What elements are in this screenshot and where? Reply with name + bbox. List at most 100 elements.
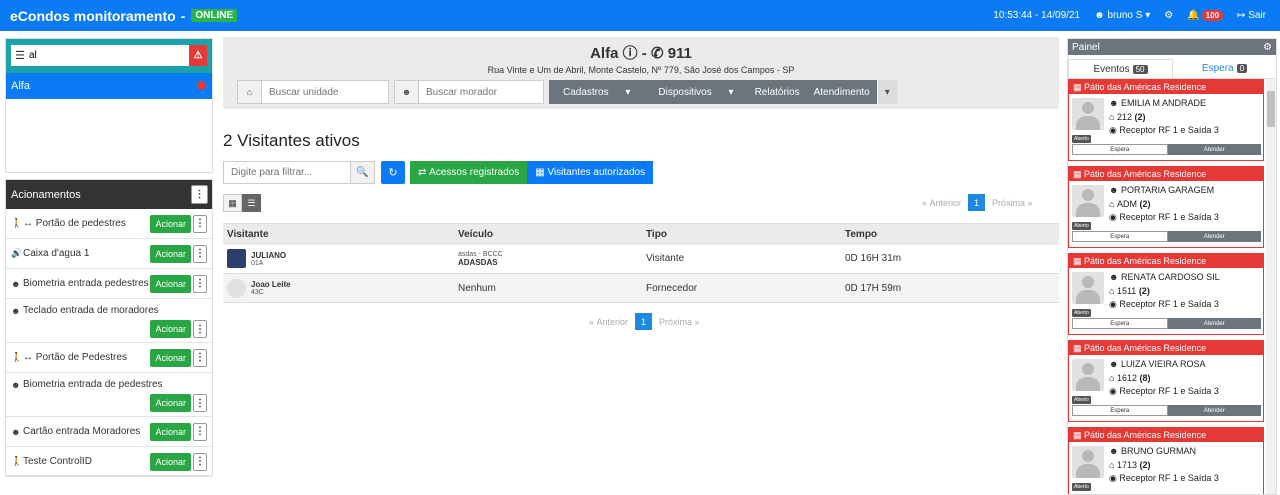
acionamento-item: 🚶 ↔ Portão de Pedestres Acionar ⋮	[6, 343, 212, 373]
acionar-button[interactable]: Acionar	[150, 214, 191, 233]
event-person: BRUNO GURMAN	[1120, 446, 1196, 456]
event-unit: ADM	[1116, 198, 1137, 209]
attend-button[interactable]: Atender	[1167, 318, 1261, 329]
notifications-count: 100	[1201, 10, 1224, 21]
acionar-button[interactable]: Acionar	[150, 348, 191, 367]
phone-icon: ✆	[650, 45, 664, 62]
status-badge: Aberto	[1072, 309, 1091, 317]
more-options-button[interactable]: ⋮	[191, 185, 208, 204]
menu-atendimento[interactable]: Atendimento	[807, 87, 877, 98]
info-icon[interactable]: ⓘ	[623, 45, 638, 62]
menu-icon[interactable]: ☰	[11, 49, 29, 62]
more-options-button[interactable]: ⋮	[193, 274, 207, 293]
condo-title: Alfa ⓘ - ✆ 911	[223, 42, 1059, 63]
menu-dispositivos[interactable]: Dispositivos ▾	[644, 87, 747, 98]
table-row[interactable]: Joao Leite 43C Nenhum Fornecedor 0D 17H 5…	[223, 273, 1059, 303]
more-options-button[interactable]: ⋮	[193, 214, 207, 233]
attend-button[interactable]: Atender	[1167, 231, 1261, 242]
menu-cadastros[interactable]: Cadastros ▾	[549, 87, 644, 98]
vehicle-model: asdas - BCCC	[458, 250, 503, 258]
event-card[interactable]: ▦ Pátio das Américas Residence ☻ LUIZA V…	[1068, 340, 1264, 422]
event-person: RENATA CARDOSO SIL	[1120, 272, 1220, 282]
registered-access-button[interactable]: ⇄ Acessos registrados	[410, 161, 528, 184]
building-icon: ▦	[1073, 342, 1085, 353]
type-cell: Fornecedor	[642, 273, 841, 303]
more-options-button[interactable]: ⋮	[193, 422, 207, 441]
wait-button[interactable]: Espera	[1072, 405, 1168, 416]
event-card[interactable]: ▦ Pátio das Américas Residence ☻ PORTARI…	[1068, 166, 1264, 248]
acionamento-label: Cartão entrada Moradores	[23, 426, 141, 437]
wait-button[interactable]: Espera	[1072, 318, 1168, 329]
more-options-button[interactable]: ⋮	[193, 320, 207, 338]
acionar-button[interactable]: Acionar	[150, 394, 191, 412]
more-options-button[interactable]: ⋮	[193, 452, 207, 471]
gear-icon[interactable]: ⚙	[1164, 10, 1173, 21]
user-menu[interactable]: ☻ bruno S ▾	[1094, 10, 1150, 21]
panel-header: Painel ⚙	[1068, 39, 1276, 55]
more-options-button[interactable]: ⋮	[193, 348, 207, 367]
unit-search-field[interactable]	[262, 81, 388, 103]
acionamento-item: ☻ Biometria entrada pedestres Acionar ⋮	[6, 269, 212, 299]
caret-down-icon: ▾	[625, 86, 631, 98]
condo-address: Rua Vinte e Um de Abril, Monte Castelo, …	[487, 65, 795, 75]
building-icon: ▦	[1073, 429, 1085, 440]
notifications-button[interactable]: 🔔 100	[1187, 10, 1224, 21]
acionar-button[interactable]: Acionar	[150, 422, 191, 441]
globe-icon: ◉	[1109, 299, 1120, 309]
pager-next[interactable]: Próxima	[659, 317, 692, 327]
grid-view-icon[interactable]: ▦	[223, 194, 242, 212]
status-badge: Aberto	[1072, 483, 1091, 491]
refresh-button[interactable]: ↻	[381, 161, 405, 184]
walk-icon: 🚶	[11, 456, 23, 466]
pager-prev[interactable]: Anterior	[930, 198, 962, 208]
event-card[interactable]: ▦ Pátio das Américas Residence ☻ EMILIA …	[1068, 79, 1264, 161]
tab-events[interactable]: Eventos 50	[1068, 59, 1173, 78]
menu-relatorios[interactable]: Relatórios	[748, 87, 807, 98]
attend-button[interactable]: Atender	[1167, 144, 1261, 155]
visitor-filter-input[interactable]	[224, 162, 350, 183]
more-options-button[interactable]: ⋮	[193, 394, 207, 412]
acionamento-label: ↔ Portão de pedestres	[23, 218, 126, 229]
user-icon: ☻	[1109, 359, 1121, 369]
gear-icon[interactable]: ⚙	[1263, 42, 1272, 53]
authorized-visitors-button[interactable]: ▦ Visitantes autorizados	[527, 161, 654, 184]
acionar-button[interactable]: Acionar	[150, 244, 191, 263]
logout-button[interactable]: ↦ Sair	[1237, 10, 1266, 21]
tab-label: Espera	[1201, 63, 1234, 74]
globe-icon: ◉	[1109, 473, 1120, 483]
event-receiver: Receptor RF 1 e Saída 3	[1119, 473, 1219, 483]
tab-wait[interactable]: Espera 0	[1173, 59, 1276, 78]
time-cell: 0D 17H 59m	[841, 273, 1059, 303]
acionar-button[interactable]: Acionar	[150, 320, 191, 338]
event-card[interactable]: ▦ Pátio das Américas Residence ☻ RENATA …	[1068, 253, 1264, 335]
pager-current-page[interactable]: 1	[635, 313, 653, 330]
alert-icon[interactable]: ⚠	[189, 45, 207, 66]
unit-search-input[interactable]	[29, 45, 189, 66]
bell-icon: 🔔	[1187, 10, 1200, 21]
acionar-button[interactable]: Acionar	[150, 452, 191, 471]
panel-scrollbar[interactable]	[1266, 79, 1276, 494]
pager-prev[interactable]: Anterior	[597, 317, 629, 327]
wait-button[interactable]: Espera	[1072, 231, 1168, 242]
unit-list-item[interactable]: Alfa	[6, 73, 212, 99]
acionar-button[interactable]: Acionar	[150, 274, 191, 293]
search-icon[interactable]: 🔍	[350, 162, 374, 183]
avatar	[1072, 185, 1104, 217]
resident-search-field[interactable]	[419, 81, 543, 103]
menu-more-button[interactable]: ▾	[876, 80, 897, 104]
status-badge: Aberto	[1072, 222, 1091, 230]
more-options-button[interactable]: ⋮	[193, 244, 207, 263]
walk-icon: 🚶	[11, 218, 23, 228]
list-view-icon[interactable]: ☰	[242, 194, 261, 212]
wait-button[interactable]: Espera	[1072, 144, 1168, 155]
refresh-icon: ↻	[388, 167, 398, 179]
scrollbar-thumb[interactable]	[1267, 91, 1275, 127]
event-place: Pátio das Américas Residence	[1084, 343, 1207, 353]
table-row[interactable]: JULIANO 01A asdas - BCCC ADASDAS Visitante…	[223, 244, 1059, 274]
user-icon: ☻	[11, 278, 21, 289]
pager-next[interactable]: Próxima	[992, 198, 1025, 208]
acionamento-label: Biometria entrada de pedestres	[23, 379, 163, 390]
pager-current-page[interactable]: 1	[968, 194, 986, 211]
event-card[interactable]: ▦ Pátio das Américas Residence ☻ BRUNO G…	[1068, 427, 1264, 494]
attend-button[interactable]: Atender	[1167, 405, 1261, 416]
